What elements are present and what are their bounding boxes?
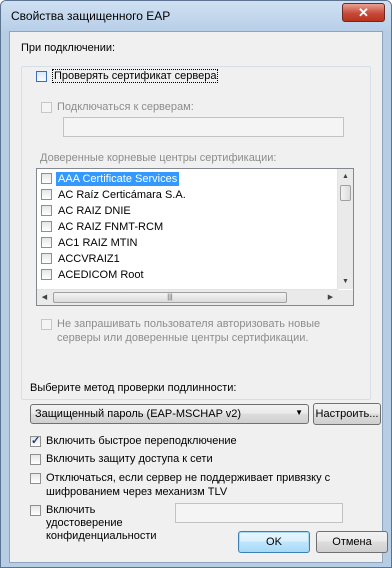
nap-checkbox[interactable] <box>30 454 41 465</box>
ok-button[interactable]: OK <box>238 531 310 553</box>
title-bar[interactable]: Свойства защищенного EAP ✕ <box>1 1 391 31</box>
list-item[interactable]: ACEDICOM Root <box>38 267 340 283</box>
scroll-left-icon[interactable]: ◀ <box>37 290 52 305</box>
auth-method-label: Выберите метод проверки подлинности: <box>30 382 237 394</box>
fast-reconnect-label[interactable]: Включить быстрое переподключение <box>46 435 237 447</box>
list-item[interactable]: AAA Certificate Services <box>38 171 340 187</box>
cancel-button-label: Отмена <box>332 536 372 548</box>
dialog-client-area: При подключении: Проверять сертификат се… <box>9 31 388 563</box>
list-item-checkbox[interactable] <box>41 253 52 264</box>
chevron-down-icon: ▼ <box>295 408 303 417</box>
vertical-scrollbar[interactable]: ▲ ▼ <box>337 169 353 289</box>
fast-reconnect-checkbox[interactable] <box>30 434 41 447</box>
list-item-checkbox[interactable] <box>41 237 52 248</box>
connect-servers-label: Подключаться к серверам: <box>57 101 194 113</box>
list-item[interactable]: AC Raíz Certicámara S.A. <box>38 187 340 203</box>
servers-input[interactable] <box>63 117 344 137</box>
list-item-checkbox[interactable] <box>41 173 52 184</box>
scroll-down-icon[interactable]: ▼ <box>338 274 353 289</box>
list-item-label: ACCVRAIZ1 <box>58 253 120 265</box>
list-item-label: AC RAIZ FNMT-RCM <box>58 221 164 233</box>
list-item-label: AC1 RAIZ MTIN <box>58 237 138 249</box>
cancel-button[interactable]: Отмена <box>316 531 388 553</box>
close-icon: ✕ <box>358 5 369 20</box>
disconnect-tlv-checkbox[interactable] <box>30 473 41 484</box>
list-item-checkbox[interactable] <box>41 189 52 200</box>
list-item-checkbox[interactable] <box>41 269 52 280</box>
ok-button-label: OK <box>266 536 282 548</box>
identity-privacy-label-line2[interactable]: удостоверение <box>46 517 123 529</box>
window-title: Свойства защищенного EAP <box>11 9 171 23</box>
vertical-scroll-thumb[interactable] <box>340 185 351 201</box>
list-item-label: AAA Certificate Services <box>56 172 180 186</box>
list-item-label: ACEDICOM Root <box>58 269 144 281</box>
trusted-ca-list[interactable]: AAA Certificate Services AC Raíz Certicá… <box>36 168 354 306</box>
disconnect-tlv-label-line1[interactable]: Отключаться, если сервер не поддерживает… <box>46 472 330 484</box>
configure-button[interactable]: Настроить... <box>313 403 381 425</box>
list-item[interactable]: AC RAIZ DNIE <box>38 203 340 219</box>
verify-cert-label[interactable]: Проверять сертификат сервера <box>52 69 219 83</box>
scroll-right-icon[interactable]: ▶ <box>323 290 338 305</box>
identity-privacy-checkbox[interactable] <box>30 505 41 516</box>
identity-privacy-label-line1[interactable]: Включить <box>46 504 95 516</box>
no-prompt-label-line1: Не запрашивать пользователя авторизовать… <box>57 318 321 330</box>
list-item-label: AC Raíz Certicámara S.A. <box>58 189 186 201</box>
list-item-label: AC RAIZ DNIE <box>58 205 131 217</box>
horizontal-scrollbar[interactable]: ◀ ||| ▶ <box>37 289 338 305</box>
eap-properties-dialog: Свойства защищенного EAP ✕ При подключен… <box>0 0 392 568</box>
list-item-checkbox[interactable] <box>41 221 52 232</box>
list-item-checkbox[interactable] <box>41 205 52 216</box>
auth-method-value: Защищенный пароль (EAP-MSCHAP v2) <box>35 408 242 420</box>
identity-privacy-label-line3[interactable]: конфиденциальности <box>46 530 157 542</box>
configure-button-label: Настроить... <box>315 408 379 420</box>
list-item[interactable]: AC1 RAIZ MTIN <box>38 235 340 251</box>
identity-privacy-input[interactable] <box>175 503 343 523</box>
list-item[interactable]: AC RAIZ FNMT-RCM <box>38 219 340 235</box>
scroll-up-icon[interactable]: ▲ <box>338 169 353 184</box>
connect-servers-checkbox[interactable] <box>41 102 52 113</box>
on-connect-heading: При подключении: <box>21 42 116 54</box>
scrollbar-corner <box>338 290 353 305</box>
horizontal-scroll-thumb[interactable]: ||| <box>53 292 287 303</box>
list-item[interactable]: ACCVRAIZ1 <box>38 251 340 267</box>
close-button[interactable]: ✕ <box>342 3 385 22</box>
no-prompt-checkbox[interactable] <box>41 319 52 330</box>
auth-method-select[interactable]: Защищенный пароль (EAP-MSCHAP v2) ▼ <box>30 404 309 424</box>
nap-label[interactable]: Включить защиту доступа к сети <box>46 453 213 465</box>
verify-cert-checkbox[interactable] <box>36 71 47 82</box>
no-prompt-label-line2: серверы или доверенные центры сертификац… <box>57 332 309 344</box>
disconnect-tlv-label-line2[interactable]: шифрованием через механизм TLV <box>46 486 227 498</box>
trusted-ca-label: Доверенные корневые центры сертификации: <box>40 152 277 164</box>
